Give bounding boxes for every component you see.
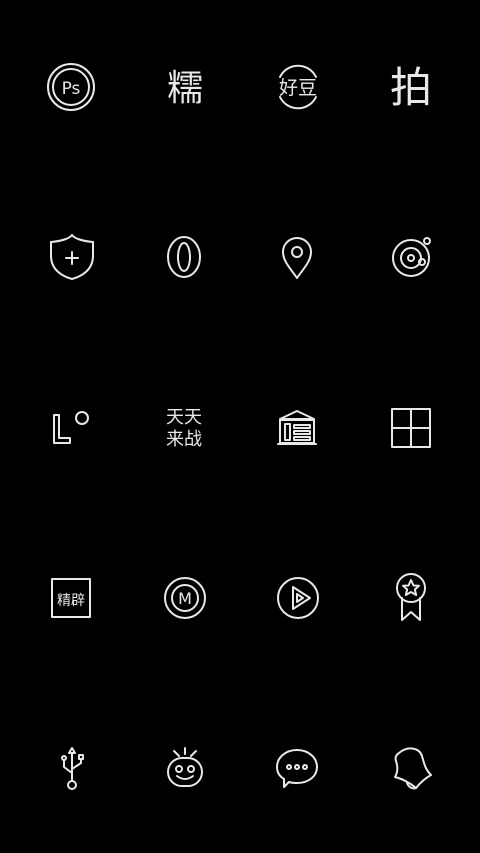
svg-text:Ps: Ps — [62, 79, 81, 99]
svg-text:来战: 来战 — [166, 429, 202, 450]
photoshop-express-icon[interactable]: Ps — [36, 52, 106, 122]
svg-text:精辟: 精辟 — [57, 593, 85, 609]
windows-grid-icon[interactable] — [376, 393, 446, 463]
usb-icon[interactable] — [37, 733, 107, 803]
icon-grid: Ps 糯 好豆 拍 天天 来战 精辟 M — [0, 0, 480, 853]
tiantian-laizhan-icon[interactable]: 天天 来战 — [149, 393, 219, 463]
letter-l-circle-icon[interactable] — [36, 393, 106, 463]
svg-text:好豆: 好豆 — [279, 77, 317, 99]
svg-text:天天: 天天 — [166, 407, 202, 428]
pai-camera-icon[interactable]: 拍 — [376, 52, 446, 122]
nuomi-icon[interactable]: 糯 — [150, 52, 220, 122]
jingci-dictionary-icon[interactable]: 精辟 — [36, 563, 106, 633]
bank-building-icon[interactable] — [262, 393, 332, 463]
oval-zero-icon[interactable] — [149, 222, 219, 292]
music-disc-icon[interactable] — [376, 222, 446, 292]
svg-text:M: M — [178, 589, 192, 608]
svg-text:拍: 拍 — [390, 63, 432, 112]
play-circle-icon[interactable] — [263, 563, 333, 633]
security-shield-icon[interactable] — [37, 222, 107, 292]
m-circle-icon[interactable]: M — [150, 563, 220, 633]
award-medal-icon[interactable] — [376, 563, 446, 633]
bell-icon[interactable] — [376, 733, 446, 803]
chat-bubble-icon[interactable] — [262, 733, 332, 803]
robot-face-icon[interactable] — [150, 733, 220, 803]
svg-text:糯: 糯 — [167, 68, 203, 109]
haodou-icon[interactable]: 好豆 — [263, 52, 333, 122]
map-location-pin-icon[interactable] — [262, 222, 332, 292]
